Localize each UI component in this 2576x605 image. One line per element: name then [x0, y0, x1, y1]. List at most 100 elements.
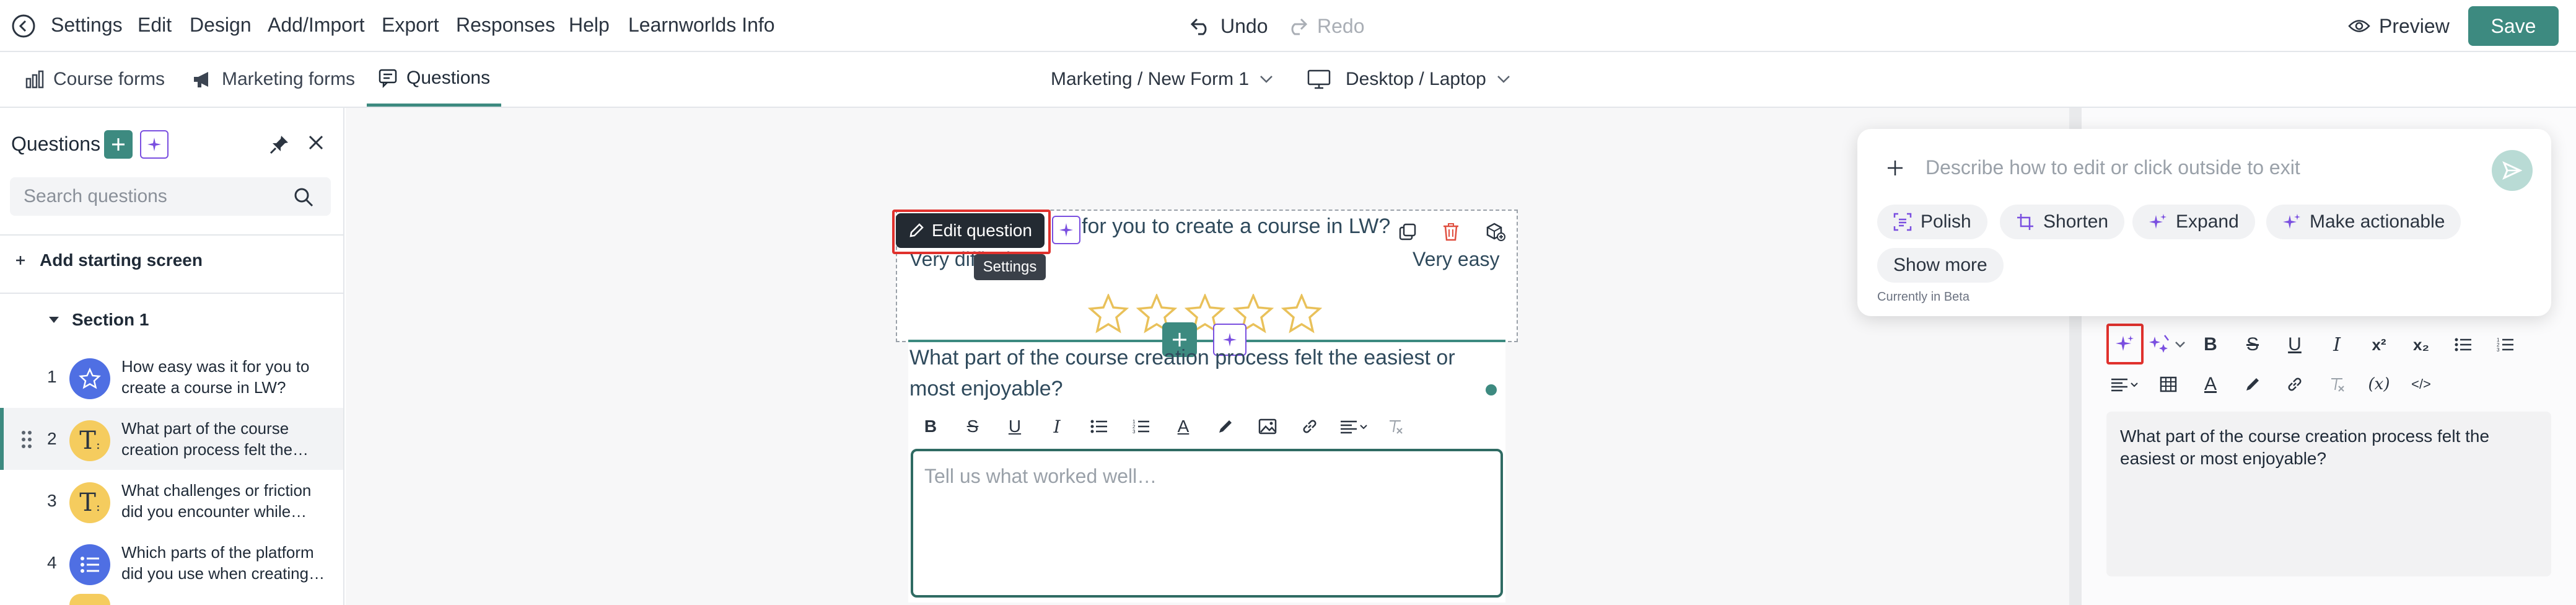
chevron-down-icon — [1496, 74, 1511, 84]
ai-edit-button[interactable] — [1052, 216, 1080, 244]
italic-icon[interactable]: I — [2323, 331, 2350, 358]
menu-responses[interactable]: Responses — [456, 14, 555, 37]
strikethrough-icon[interactable]: S — [962, 415, 984, 438]
menu-export[interactable]: Export — [382, 14, 439, 37]
italic-icon[interactable]: I — [1046, 415, 1068, 438]
menu-learnworlds-info[interactable]: Learnworlds Info — [628, 14, 775, 37]
code-icon[interactable]: </> — [2407, 371, 2435, 398]
bold-icon[interactable]: B — [919, 415, 942, 438]
device-label: Desktop / Laptop — [1346, 69, 1486, 89]
menu-add-import[interactable]: Add/Import — [268, 14, 365, 37]
menu-edit[interactable]: Edit — [138, 14, 172, 37]
ai-options-dropdown[interactable] — [2149, 332, 2189, 357]
save-button[interactable]: Save — [2468, 6, 2559, 46]
table-icon[interactable] — [2155, 371, 2182, 398]
variable-icon[interactable]: (x) — [2365, 371, 2393, 398]
resize-handle[interactable] — [1486, 384, 1497, 395]
undo-button[interactable]: Undo — [1189, 11, 1268, 41]
ai-prompt-input[interactable] — [1925, 151, 2458, 183]
search-questions-input[interactable] — [10, 177, 331, 216]
sparkle-icon — [2282, 213, 2301, 231]
ai-edit-popover: Polish Shorten Expand Make actionable Sh… — [1857, 129, 2551, 316]
bullet-list-icon[interactable] — [1088, 415, 1110, 438]
cube-add-icon[interactable] — [1481, 217, 1510, 247]
highlighter-icon[interactable] — [1214, 415, 1237, 438]
preview-label: Preview — [2379, 14, 2450, 37]
make-actionable-chip[interactable]: Make actionable — [2266, 205, 2461, 239]
trash-icon[interactable] — [1436, 217, 1466, 247]
question-text-editor[interactable]: What part of the course creation process… — [2106, 412, 2551, 576]
clear-format-icon[interactable] — [2323, 371, 2350, 398]
polish-chip[interactable]: Polish — [1877, 205, 1987, 239]
ai-assist-button[interactable] — [2106, 324, 2144, 364]
answer-textarea[interactable] — [911, 449, 1503, 598]
add-question-button[interactable] — [104, 130, 133, 159]
tab-course-forms[interactable]: Course forms — [25, 52, 165, 107]
expand-label: Expand — [2176, 211, 2239, 232]
sparkle-icon — [146, 136, 163, 153]
question-text[interactable]: What part of the course creation process… — [909, 342, 1479, 404]
plus-icon — [15, 255, 26, 266]
plus-icon[interactable] — [1886, 159, 1904, 177]
menu-design[interactable]: Design — [190, 14, 252, 37]
link-icon[interactable] — [2281, 371, 2308, 398]
text-color-icon[interactable]: A — [2197, 371, 2224, 398]
send-button[interactable] — [2492, 150, 2533, 191]
numbered-list-icon[interactable]: 123 — [1130, 415, 1152, 438]
text-icon: T: — [69, 482, 110, 523]
bullet-list-icon[interactable] — [2450, 331, 2477, 358]
crop-icon — [2016, 213, 2035, 231]
image-icon[interactable] — [1256, 415, 1279, 438]
polish-label: Polish — [1921, 211, 1971, 232]
form-breadcrumb-dropdown[interactable]: Marketing / New Form 1 — [1051, 52, 1274, 107]
question-title: Which parts of the platform did you use … — [121, 543, 325, 583]
question-list-item[interactable]: 2 T: What part of the course creation pr… — [0, 408, 343, 470]
link-icon[interactable] — [1299, 415, 1321, 438]
clear-format-icon[interactable] — [1384, 415, 1406, 438]
question-list-item[interactable]: 3 T: What challenges or friction did you… — [0, 470, 343, 532]
plus-icon — [110, 136, 126, 152]
star-icon[interactable] — [1281, 294, 1322, 333]
back-icon[interactable] — [11, 14, 36, 38]
underline-icon[interactable]: U — [2281, 331, 2308, 358]
question-title: How easy was it for you to create a cour… — [121, 357, 310, 397]
strikethrough-icon[interactable]: S — [2239, 331, 2266, 358]
ai-generate-button[interactable] — [140, 130, 169, 159]
divider — [0, 293, 343, 294]
redo-button[interactable]: Redo — [1286, 11, 1365, 41]
underline-icon[interactable]: U — [1004, 415, 1026, 438]
subscript-icon[interactable]: x₂ — [2407, 331, 2435, 358]
menu-settings[interactable]: Settings — [51, 14, 123, 37]
expand-chip[interactable]: Expand — [2132, 205, 2255, 239]
superscript-icon[interactable]: x² — [2365, 331, 2393, 358]
show-more-label: Show more — [1893, 255, 1987, 275]
device-dropdown[interactable]: Desktop / Laptop — [1307, 52, 1511, 107]
tab-questions[interactable]: Questions — [367, 52, 502, 107]
text-color-icon[interactable]: A — [1172, 415, 1194, 438]
undo-label: Undo — [1220, 14, 1268, 37]
add-starting-screen-button[interactable]: Add starting screen — [15, 250, 203, 270]
star-icon[interactable] — [1088, 294, 1129, 333]
section-header[interactable]: Section 1 — [48, 310, 149, 330]
highlighter-icon[interactable] — [2239, 371, 2266, 398]
align-dropdown-icon[interactable] — [1338, 415, 1370, 438]
bar-chart-icon — [25, 70, 45, 89]
menu-help[interactable]: Help — [569, 14, 610, 37]
bold-icon[interactable]: B — [2197, 331, 2224, 358]
drag-handle-icon[interactable] — [21, 430, 32, 449]
numbered-list-icon[interactable]: 123 — [2492, 331, 2519, 358]
question-list-item[interactable]: 4 Which parts of the platform did you us… — [0, 532, 343, 594]
sparkle-icon — [2149, 213, 2167, 231]
show-more-chip[interactable]: Show more — [1877, 248, 2004, 283]
scale-high-label: Very easy — [1413, 248, 1500, 270]
tab-marketing-forms[interactable]: Marketing forms — [192, 52, 355, 107]
duplicate-icon[interactable] — [1393, 217, 1422, 247]
question-title: What challenges or friction did you enco… — [121, 481, 312, 521]
question-list-item[interactable]: 1 How easy was it for you to create a co… — [0, 346, 343, 408]
shorten-chip[interactable]: Shorten — [2000, 205, 2125, 239]
search-icon[interactable] — [294, 187, 313, 207]
close-icon[interactable] — [307, 134, 325, 151]
align-dropdown-icon[interactable] — [2108, 371, 2142, 398]
pin-icon[interactable] — [269, 134, 290, 155]
preview-button[interactable]: Preview — [2348, 11, 2450, 41]
